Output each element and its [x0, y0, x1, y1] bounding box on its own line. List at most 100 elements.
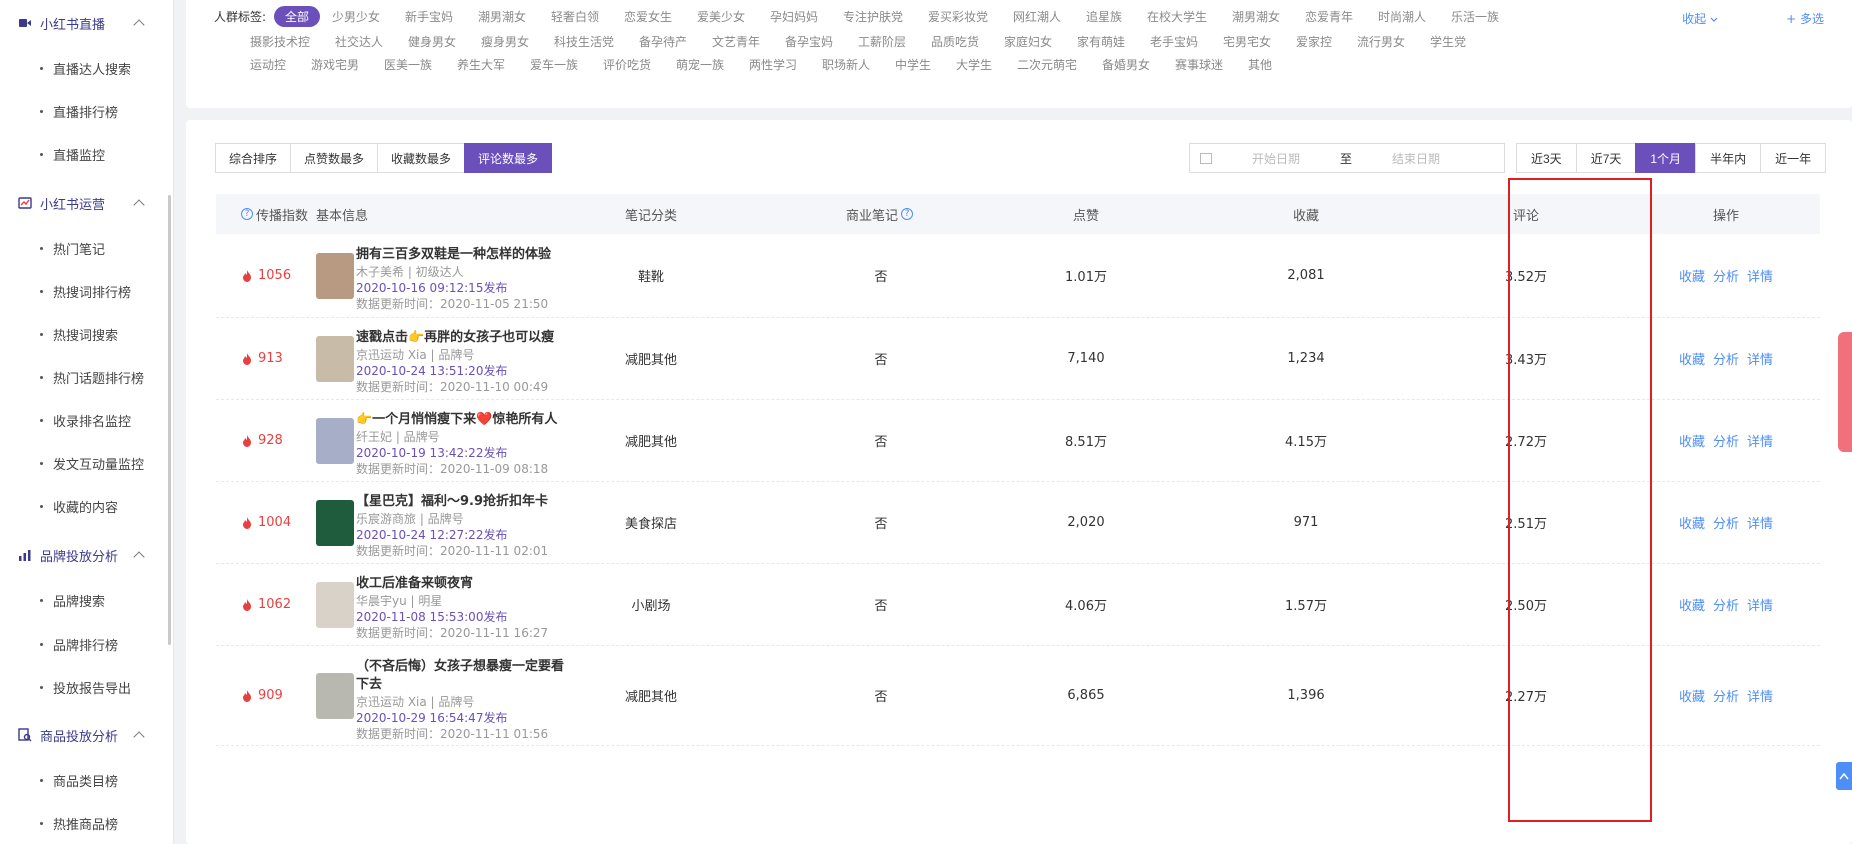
audience-tag[interactable]: 游戏宅男	[311, 56, 359, 73]
sidebar-group-brand[interactable]: 品牌投放分析	[0, 544, 165, 566]
audience-tag[interactable]: 在校大学生	[1147, 8, 1207, 25]
analyze-link[interactable]: 分析	[1713, 266, 1739, 285]
chevron-up-icon[interactable]	[133, 731, 145, 743]
audience-tag[interactable]: 养生大军	[457, 56, 505, 73]
note-thumbnail[interactable]	[316, 252, 354, 299]
note-title[interactable]: （不吝后悔）女孩子想暴瘦一定要看	[356, 658, 576, 676]
question-icon[interactable]: ?	[241, 208, 253, 220]
sidebar-group-live[interactable]: 小红书直播	[0, 12, 165, 34]
sort-tab-comments[interactable]: 评论数最多	[464, 143, 553, 173]
start-date-input[interactable]: 开始日期	[1226, 150, 1326, 167]
note-thumbnail[interactable]	[316, 672, 354, 719]
note-title[interactable]: 拥有三百多双鞋是一种怎样的体验	[356, 246, 576, 264]
audience-tag[interactable]: 乐活一族	[1451, 8, 1499, 25]
note-title[interactable]: 收工后准备来顿夜宵	[356, 575, 576, 593]
audience-tag[interactable]: 时尚潮人	[1378, 8, 1426, 25]
audience-tag[interactable]: 中学生	[895, 56, 931, 73]
date-range-picker[interactable]: 开始日期 至 结束日期	[1189, 143, 1505, 173]
multi-select-link[interactable]: + 多选	[1786, 10, 1824, 27]
sidebar-item-hot-words-search[interactable]: 热搜词搜索	[40, 324, 118, 344]
chevron-up-icon[interactable]	[133, 551, 145, 563]
sidebar-item-hot-topics[interactable]: 热门话题排行榜	[40, 367, 144, 387]
audience-tag[interactable]: 瘦身男女	[481, 33, 529, 50]
detail-link[interactable]: 详情	[1747, 595, 1773, 614]
detail-link[interactable]: 详情	[1747, 513, 1773, 532]
sidebar-item-live-search[interactable]: 直播达人搜索	[40, 58, 131, 78]
audience-tag[interactable]: 专注护肤党	[843, 8, 903, 25]
sidebar-group-goods[interactable]: 商品投放分析	[0, 724, 165, 746]
audience-tag[interactable]: 文艺青年	[712, 33, 760, 50]
period-1-year[interactable]: 近一年	[1760, 143, 1827, 173]
audience-tag[interactable]: 健身男女	[408, 33, 456, 50]
audience-tag[interactable]: 网红潮人	[1013, 8, 1061, 25]
note-thumbnail[interactable]	[316, 581, 354, 628]
period-3-days[interactable]: 近3天	[1516, 143, 1577, 173]
note-title-line2[interactable]: 下去	[356, 676, 576, 694]
period-1-month[interactable]: 1个月	[1635, 143, 1697, 173]
sidebar-item-hot-notes[interactable]: 热门笔记	[40, 238, 105, 258]
sidebar-item-live-monitor[interactable]: 直播监控	[40, 144, 105, 164]
audience-tag[interactable]: 品质吃货	[931, 33, 979, 50]
note-thumbnail[interactable]	[316, 335, 354, 382]
sidebar-item-brand-search[interactable]: 品牌搜索	[40, 590, 105, 610]
analyze-link[interactable]: 分析	[1713, 686, 1739, 705]
audience-tag[interactable]: 社交达人	[335, 33, 383, 50]
detail-link[interactable]: 详情	[1747, 266, 1773, 285]
collapse-link[interactable]: 收起	[1682, 10, 1718, 27]
audience-tag[interactable]: 追星族	[1086, 8, 1122, 25]
audience-tag[interactable]: 运动控	[250, 56, 286, 73]
audience-tag[interactable]: 爱买彩妆党	[928, 8, 988, 25]
end-date-input[interactable]: 结束日期	[1366, 150, 1466, 167]
audience-tag[interactable]: 科技生活党	[554, 33, 614, 50]
sidebar-item-goods-category[interactable]: 商品类目榜	[40, 770, 118, 790]
feedback-float-tab[interactable]	[1838, 332, 1852, 452]
audience-tag[interactable]: 老手宝妈	[1150, 33, 1198, 50]
favorite-link[interactable]: 收藏	[1679, 595, 1705, 614]
favorite-link[interactable]: 收藏	[1679, 513, 1705, 532]
sidebar-item-brand-rank[interactable]: 品牌排行榜	[40, 634, 118, 654]
note-thumbnail[interactable]	[316, 499, 354, 546]
audience-tag[interactable]: 潮男潮女	[1232, 8, 1280, 25]
audience-tag[interactable]: 备孕待产	[639, 33, 687, 50]
audience-tag[interactable]: 潮男潮女	[478, 8, 526, 25]
favorite-link[interactable]: 收藏	[1679, 349, 1705, 368]
sidebar-item-rank-monitor[interactable]: 收录排名监控	[40, 410, 131, 430]
sidebar-item-report-export[interactable]: 投放报告导出	[40, 677, 131, 697]
audience-tag[interactable]: 孕妇妈妈	[770, 8, 818, 25]
sidebar-group-operation[interactable]: 小红书运营	[0, 192, 165, 214]
audience-tag[interactable]: 赛事球迷	[1175, 56, 1223, 73]
audience-tag[interactable]: 家有萌娃	[1077, 33, 1125, 50]
favorite-link[interactable]: 收藏	[1679, 266, 1705, 285]
audience-tag[interactable]: 全部	[274, 6, 321, 27]
note-author[interactable]: 乐宸游商旅 | 品牌号	[356, 511, 576, 527]
detail-link[interactable]: 详情	[1747, 431, 1773, 450]
back-to-top-button[interactable]	[1836, 762, 1852, 790]
audience-tag[interactable]: 新手宝妈	[405, 8, 453, 25]
analyze-link[interactable]: 分析	[1713, 431, 1739, 450]
analyze-link[interactable]: 分析	[1713, 595, 1739, 614]
audience-tag[interactable]: 爱车一族	[530, 56, 578, 73]
audience-tag[interactable]: 其他	[1248, 56, 1272, 73]
sort-tab-overall[interactable]: 综合排序	[215, 143, 292, 173]
note-author[interactable]: 京迅运动 Xia | 品牌号	[356, 694, 576, 710]
audience-tag[interactable]: 学生党	[1430, 33, 1466, 50]
detail-link[interactable]: 详情	[1747, 686, 1773, 705]
audience-tag[interactable]: 工薪阶层	[858, 33, 906, 50]
chevron-up-icon[interactable]	[133, 19, 145, 31]
note-author[interactable]: 华晨宇yu | 明星	[356, 593, 576, 609]
sidebar-item-hot-goods[interactable]: 热推商品榜	[40, 813, 118, 833]
audience-tag[interactable]: 备婚男女	[1102, 56, 1150, 73]
period-7-days[interactable]: 近7天	[1575, 143, 1637, 173]
audience-tag[interactable]: 爱家控	[1296, 33, 1332, 50]
sidebar-item-hot-words-rank[interactable]: 热搜词排行榜	[40, 281, 131, 301]
sidebar-item-live-rank[interactable]: 直播排行榜	[40, 101, 118, 121]
note-author[interactable]: 木子美希 | 初级达人	[356, 264, 576, 280]
sidebar-scrollbar[interactable]	[168, 195, 171, 645]
chevron-up-icon[interactable]	[133, 199, 145, 211]
audience-tag[interactable]: 职场新人	[822, 56, 870, 73]
audience-tag[interactable]: 家庭妇女	[1004, 33, 1052, 50]
audience-tag[interactable]: 医美一族	[384, 56, 432, 73]
audience-tag[interactable]: 评价吃货	[603, 56, 651, 73]
note-title[interactable]: 速戳点击👉再胖的女孩子也可以瘦	[356, 329, 576, 347]
note-author[interactable]: 纤王妃 | 品牌号	[356, 429, 576, 445]
